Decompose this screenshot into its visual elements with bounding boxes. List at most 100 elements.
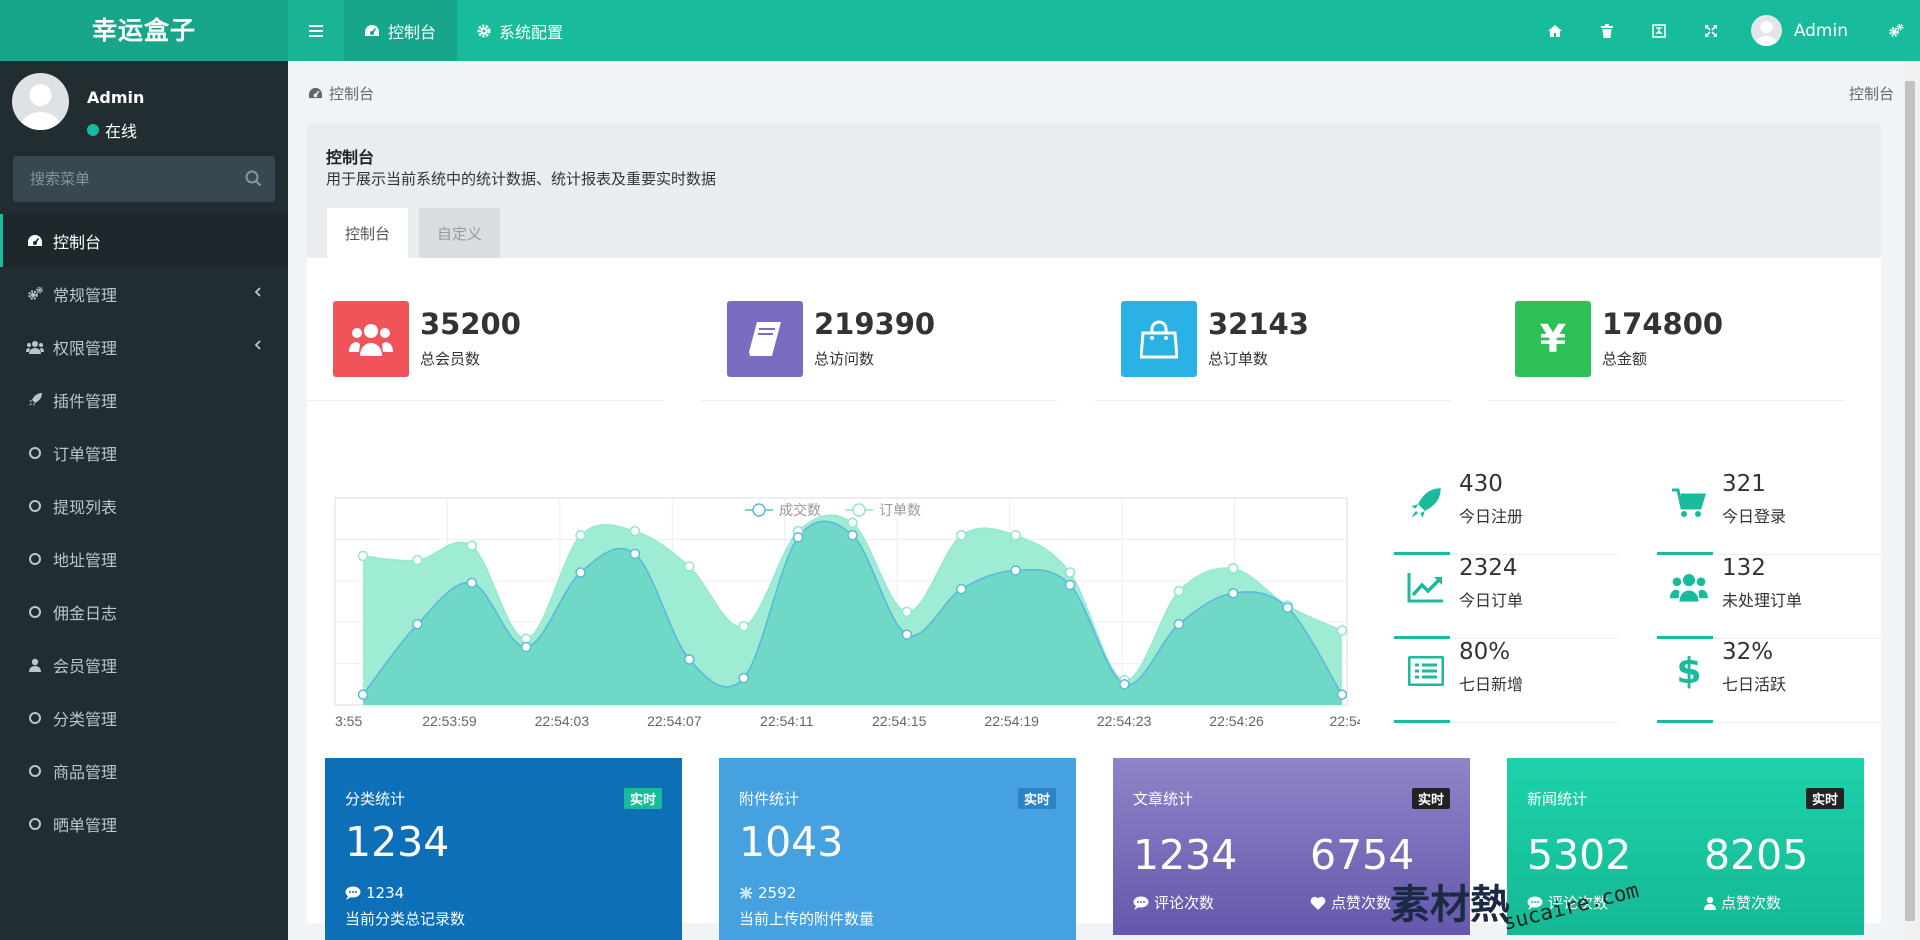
page-description: 用于展示当前系统中的统计数据、统计报表及重要实时数据: [326, 170, 717, 188]
avatar: [1750, 15, 1782, 46]
cart-icon: [1667, 481, 1711, 525]
sidebar-item-label: 分类管理: [53, 709, 118, 729]
card-value-comments: 1234: [1133, 831, 1238, 879]
sidebar-item-orders[interactable]: 订单管理: [0, 426, 288, 479]
legend-marker: [752, 503, 766, 517]
app-logo[interactable]: 幸运盒子: [0, 0, 288, 61]
mini-stat-today-orders: 2324 今日订单: [1394, 555, 1619, 639]
data-point: [520, 641, 532, 653]
home-button[interactable]: [1529, 0, 1581, 61]
sidebar-item-permissions[interactable]: 权限管理: [0, 320, 288, 373]
clear-cache-button[interactable]: [1581, 0, 1633, 61]
sidebar-item-products[interactable]: 商品管理: [0, 744, 288, 797]
breadcrumb-label[interactable]: 控制台: [329, 83, 374, 104]
top-right-toolbar: Admin: [1529, 0, 1920, 61]
sidebar-item-label: 佣金日志: [53, 603, 118, 623]
mini-stat-today-login: 321 今日登录: [1657, 471, 1882, 555]
stat-value: 35200: [420, 307, 521, 341]
sidebar-item-categories[interactable]: 分类管理: [0, 691, 288, 744]
sidebar-item-label: 订单管理: [53, 444, 118, 464]
fullscreen-button[interactable]: [1685, 0, 1737, 61]
card-sub-label: 当前上传的附件数量: [739, 910, 875, 928]
user-name: Admin: [1793, 20, 1848, 41]
scrollbar[interactable]: [1900, 61, 1920, 940]
x-tick-label: 22:54:15: [872, 713, 927, 729]
x-tick-label: 22:54:03: [535, 713, 590, 729]
mini-stat-label: 今日订单: [1459, 591, 1524, 610]
users-icon: [26, 338, 44, 356]
data-point: [466, 540, 478, 551]
sidebar-item-showcase[interactable]: 晒单管理: [0, 797, 288, 850]
circle-icon: [26, 444, 44, 462]
data-point: [738, 672, 749, 684]
mini-stat-value: 430: [1459, 471, 1503, 497]
data-point: [1227, 587, 1239, 599]
card-sub-likes: 点赞次数: [1310, 892, 1391, 913]
x-tick-label: 22:54:: [1330, 713, 1360, 729]
sidebar-item-label: 商品管理: [53, 762, 118, 782]
sidebar-item-commission-log[interactable]: 佣金日志: [0, 585, 288, 638]
mini-stat-value: 321: [1722, 471, 1766, 497]
data-point: [412, 554, 423, 566]
data-point: [1227, 563, 1239, 574]
data-point: [956, 583, 967, 595]
circle-icon: [26, 815, 44, 833]
cogs-icon: [26, 285, 44, 303]
user-panel: Admin 在线: [12, 73, 282, 141]
attachment-icon: [740, 887, 752, 899]
online-status-icon: [87, 124, 99, 136]
data-point: [466, 577, 478, 589]
data-point: [1010, 530, 1021, 541]
tab-label: 控制台: [388, 22, 437, 42]
tab-custom[interactable]: 自定义: [419, 208, 501, 258]
sidebar-item-members[interactable]: 会员管理: [0, 638, 288, 691]
sidebar-item-general[interactable]: 常规管理: [0, 267, 288, 320]
control-sidebar-button[interactable]: [1872, 0, 1920, 61]
book-icon: [727, 301, 803, 377]
sidebar-item-dashboard[interactable]: 控制台: [0, 214, 288, 267]
sidebar-toggle-button[interactable]: [288, 0, 344, 61]
dashboard-icon: [365, 24, 379, 36]
tab-dashboard[interactable]: 控制台: [327, 208, 409, 258]
user-menu[interactable]: Admin: [1737, 15, 1872, 46]
data-point: [847, 517, 858, 529]
data-point: [684, 654, 695, 665]
scrollbar-thumb[interactable]: [1905, 81, 1915, 921]
search-icon[interactable]: [243, 168, 265, 190]
main-content: 控制台 控制台 控制台 用于展示当前系统中的统计数据、统计报表及重要实时数据 控…: [288, 61, 1900, 940]
sidebar-item-plugins[interactable]: 插件管理: [0, 373, 288, 426]
sidebar-user-name: Admin: [87, 88, 145, 107]
stat-value: 219390: [814, 307, 936, 341]
mini-stat-value: 132: [1722, 555, 1766, 581]
mini-stat-label: 今日注册: [1459, 507, 1524, 526]
circle-icon: [26, 709, 44, 727]
gear-icon: [477, 24, 491, 37]
data-point: [1064, 579, 1076, 591]
mini-stat-value: 2324: [1459, 555, 1518, 581]
tab-dashboard[interactable]: 控制台: [344, 0, 457, 61]
data-point: [1173, 619, 1185, 630]
legend-label: 成交数: [779, 502, 821, 519]
legend-marker: [852, 503, 866, 517]
data-point: [575, 530, 586, 541]
mini-stat-label: 未处理订单: [1722, 591, 1803, 610]
stat-total-members: 35200 总会员数: [307, 301, 663, 401]
chevron-left-icon: [254, 340, 261, 350]
card-sub-comments: 评论次数: [1133, 892, 1214, 913]
search-input[interactable]: [13, 156, 233, 202]
stat-value: 174800: [1602, 307, 1724, 341]
x-tick-label: 22:54:07: [647, 713, 702, 729]
trash-icon: [1600, 23, 1613, 38]
card-value: 1043: [739, 818, 844, 866]
sidebar-item-withdrawals[interactable]: 提现列表: [0, 479, 288, 532]
heart-icon: [1310, 896, 1326, 910]
realtime-badge: 实时: [623, 788, 662, 809]
data-point: [629, 525, 641, 537]
mini-stat-label: 七日活跃: [1722, 675, 1787, 694]
sidebar-item-addresses[interactable]: 地址管理: [0, 532, 288, 585]
language-button[interactable]: [1633, 0, 1685, 61]
data-point: [1336, 625, 1348, 636]
tab-system-config[interactable]: 系统配置: [457, 0, 586, 61]
shopping-bag-icon: [1121, 301, 1197, 377]
card-title: 文章统计: [1133, 790, 1194, 808]
